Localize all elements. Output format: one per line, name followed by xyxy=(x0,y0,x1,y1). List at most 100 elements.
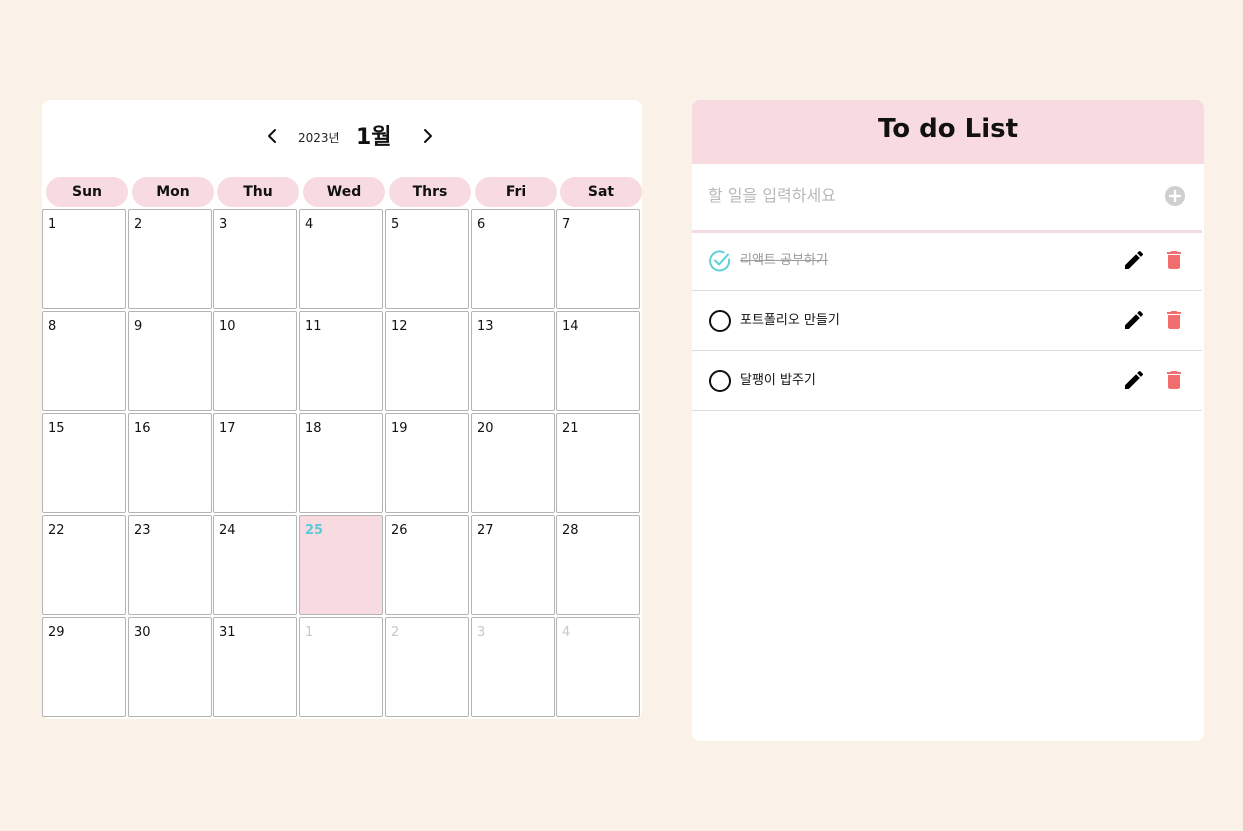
calendar-day[interactable]: 8 xyxy=(42,311,126,411)
trash-icon[interactable] xyxy=(1162,368,1186,392)
todo-item-text: 달팽이 밥주기 xyxy=(740,373,816,388)
day-number: 28 xyxy=(562,523,579,538)
day-number: 18 xyxy=(305,421,322,436)
day-number: 5 xyxy=(391,217,400,232)
day-number: 12 xyxy=(391,319,408,334)
pencil-icon[interactable] xyxy=(1122,308,1146,332)
weekday-header: Sun Mon Thu Wed Thrs Fri Sat xyxy=(42,177,642,207)
month-label: 1월 xyxy=(356,125,392,150)
calendar-day[interactable]: 22 xyxy=(42,515,126,615)
day-number: 11 xyxy=(305,319,322,334)
calendar-day[interactable]: 2 xyxy=(128,209,212,309)
calendar-day[interactable]: 6 xyxy=(471,209,555,309)
day-number: 16 xyxy=(134,421,151,436)
day-number: 25 xyxy=(305,523,324,538)
day-number: 13 xyxy=(477,319,494,334)
calendar-grid: 1 2 3 4 5 6 7 8 9 10 11 12 13 14 15 16 17 18 19 20 21 22 23 24 2… xyxy=(42,209,642,719)
day-number: 20 xyxy=(477,421,494,436)
todo-input[interactable] xyxy=(706,180,1150,210)
todo-item[interactable]: 달팽이 밥주기 xyxy=(692,351,1202,411)
calendar-day[interactable]: 21 xyxy=(556,413,640,513)
calendar-day[interactable]: 12 xyxy=(385,311,469,411)
calendar-day[interactable]: 5 xyxy=(385,209,469,309)
day-number: 1 xyxy=(305,625,314,640)
calendar-day[interactable]: 16 xyxy=(128,413,212,513)
calendar-day[interactable]: 2 xyxy=(385,617,469,717)
calendar-day[interactable]: 26 xyxy=(385,515,469,615)
weekday-label: Thrs xyxy=(389,177,471,207)
circle-icon[interactable] xyxy=(708,369,732,393)
calendar-day[interactable]: 3 xyxy=(471,617,555,717)
day-number: 14 xyxy=(562,319,579,334)
day-number: 29 xyxy=(48,625,65,640)
todo-input-row xyxy=(692,164,1202,233)
calendar-day[interactable]: 30 xyxy=(128,617,212,717)
next-month-button[interactable] xyxy=(416,124,440,148)
day-number: 2 xyxy=(134,217,143,232)
day-number: 21 xyxy=(562,421,579,436)
todo-item[interactable]: 포트폴리오 만들기 xyxy=(692,291,1202,351)
calendar-header: 2023년 1월 xyxy=(42,100,642,170)
trash-icon[interactable] xyxy=(1162,248,1186,272)
check-circle-icon[interactable] xyxy=(708,249,732,273)
calendar-day[interactable]: 3 xyxy=(213,209,297,309)
calendar-day[interactable]: 7 xyxy=(556,209,640,309)
day-number: 3 xyxy=(219,217,228,232)
calendar-day[interactable]: 17 xyxy=(213,413,297,513)
day-number: 27 xyxy=(477,523,494,538)
calendar-day[interactable]: 4 xyxy=(299,209,383,309)
weekday-label: Mon xyxy=(132,177,214,207)
calendar-day[interactable]: 18 xyxy=(299,413,383,513)
weekday-label: Wed xyxy=(303,177,385,207)
calendar-day[interactable]: 19 xyxy=(385,413,469,513)
trash-icon[interactable] xyxy=(1162,308,1186,332)
day-number: 4 xyxy=(562,625,571,640)
day-number: 4 xyxy=(305,217,314,232)
day-number: 17 xyxy=(219,421,236,436)
calendar-day[interactable]: 9 xyxy=(128,311,212,411)
calendar-day[interactable]: 15 xyxy=(42,413,126,513)
day-number: 6 xyxy=(477,217,486,232)
calendar-day-today[interactable]: 25 xyxy=(299,515,383,615)
calendar-day[interactable]: 20 xyxy=(471,413,555,513)
day-number: 3 xyxy=(477,625,486,640)
day-number: 26 xyxy=(391,523,408,538)
calendar-day[interactable]: 1 xyxy=(42,209,126,309)
day-number: 31 xyxy=(219,625,236,640)
plus-circle-icon[interactable] xyxy=(1164,185,1186,207)
day-number: 10 xyxy=(219,319,236,334)
weekday-label: Thu xyxy=(217,177,299,207)
calendar-day[interactable]: 13 xyxy=(471,311,555,411)
calendar-day[interactable]: 31 xyxy=(213,617,297,717)
calendar-day[interactable]: 4 xyxy=(556,617,640,717)
todo-item-text: 리액트 공부하기 xyxy=(740,253,828,268)
day-number: 22 xyxy=(48,523,65,538)
chevron-left-icon xyxy=(268,129,276,143)
calendar-day[interactable]: 28 xyxy=(556,515,640,615)
day-number: 1 xyxy=(48,217,57,232)
circle-icon[interactable] xyxy=(708,309,732,333)
day-number: 8 xyxy=(48,319,57,334)
calendar-day[interactable]: 23 xyxy=(128,515,212,615)
calendar-day[interactable]: 24 xyxy=(213,515,297,615)
prev-month-button[interactable] xyxy=(260,124,284,148)
day-number: 2 xyxy=(391,625,400,640)
day-number: 19 xyxy=(391,421,408,436)
day-number: 9 xyxy=(134,319,143,334)
day-number: 24 xyxy=(219,523,236,538)
year-label: 2023년 xyxy=(298,131,340,145)
calendar-day[interactable]: 11 xyxy=(299,311,383,411)
calendar-day[interactable]: 29 xyxy=(42,617,126,717)
pencil-icon[interactable] xyxy=(1122,368,1146,392)
calendar-day[interactable]: 10 xyxy=(213,311,297,411)
calendar-day[interactable]: 27 xyxy=(471,515,555,615)
weekday-label: Sun xyxy=(46,177,128,207)
day-number: 7 xyxy=(562,217,571,232)
calendar-day[interactable]: 1 xyxy=(299,617,383,717)
todo-item[interactable]: 리액트 공부하기 xyxy=(692,231,1202,291)
day-number: 15 xyxy=(48,421,65,436)
calendar-day[interactable]: 14 xyxy=(556,311,640,411)
pencil-icon[interactable] xyxy=(1122,248,1146,272)
day-number: 30 xyxy=(134,625,151,640)
todo-item-text: 포트폴리오 만들기 xyxy=(740,313,840,328)
